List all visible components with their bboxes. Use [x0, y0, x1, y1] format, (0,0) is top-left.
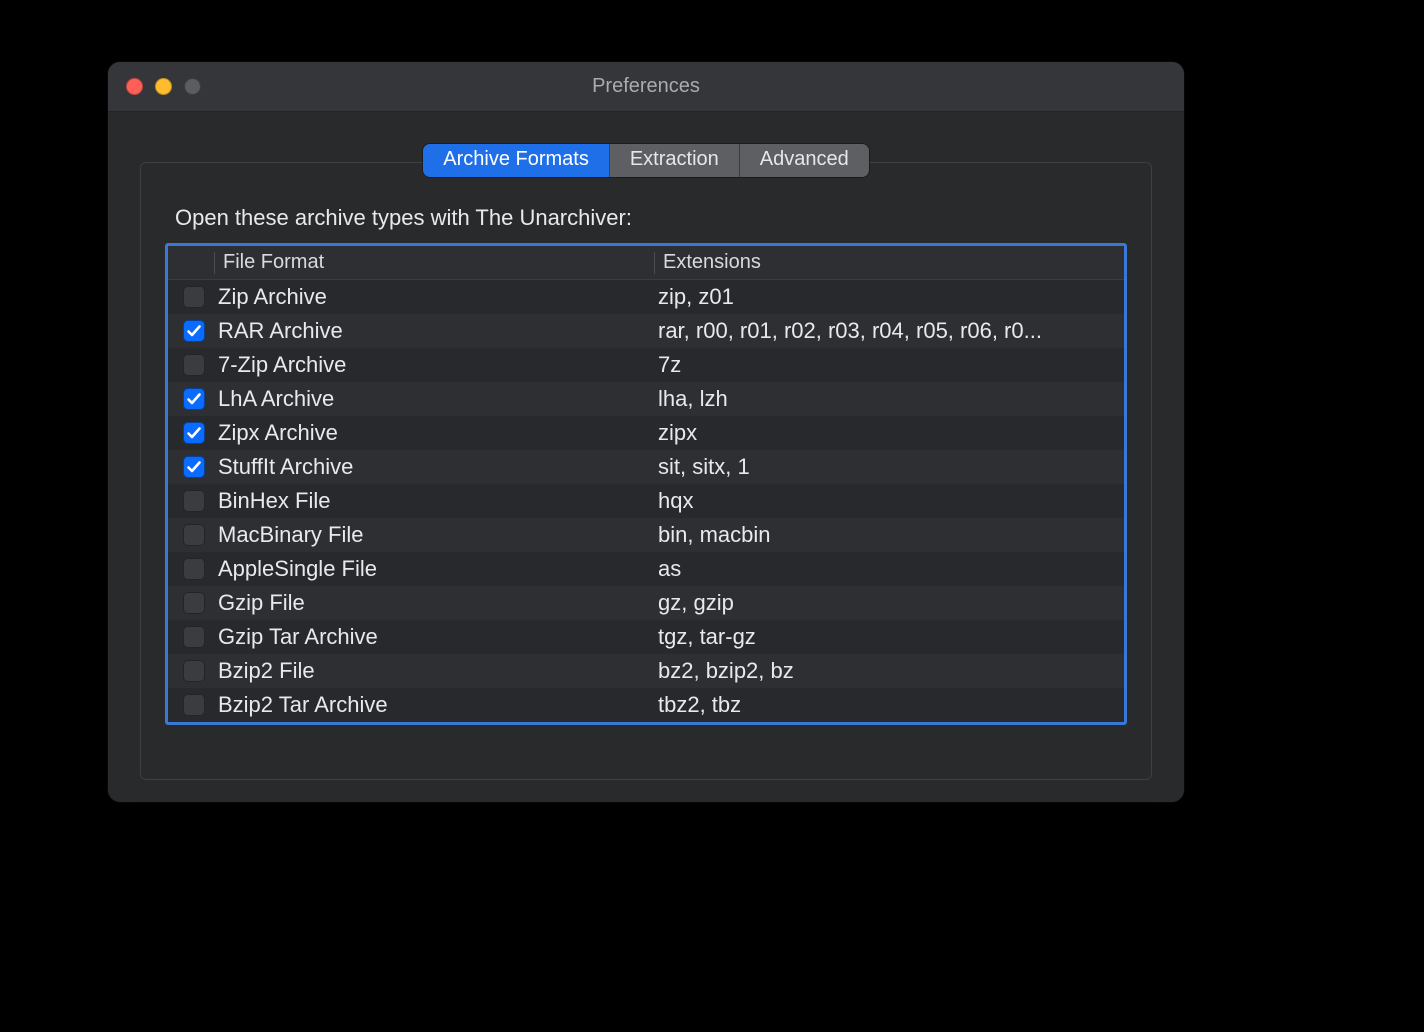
row-checkbox[interactable] — [183, 456, 205, 478]
row-checkbox-cell — [174, 694, 214, 716]
tab-extraction[interactable]: Extraction — [610, 144, 740, 177]
table-row[interactable]: AppleSingle Fileas — [168, 552, 1124, 586]
row-extensions: rar, r00, r01, r02, r03, r04, r05, r06, … — [654, 318, 1124, 344]
row-format: Zipx Archive — [214, 420, 654, 446]
row-extensions: tgz, tar-gz — [654, 624, 1124, 650]
row-format: 7-Zip Archive — [214, 352, 654, 378]
row-extensions: 7z — [654, 352, 1124, 378]
row-format: Gzip File — [214, 590, 654, 616]
row-checkbox-cell — [174, 490, 214, 512]
row-checkbox[interactable] — [183, 388, 205, 410]
tab-archive-formats[interactable]: Archive Formats — [423, 144, 610, 177]
row-extensions: zip, z01 — [654, 284, 1124, 310]
table-row[interactable]: Zipx Archivezipx — [168, 416, 1124, 450]
row-format: Bzip2 File — [214, 658, 654, 684]
table-row[interactable]: LhA Archivelha, lzh — [168, 382, 1124, 416]
row-checkbox-cell — [174, 626, 214, 648]
tab-bar: Archive FormatsExtractionAdvanced — [108, 112, 1184, 177]
row-checkbox-cell — [174, 524, 214, 546]
table-row[interactable]: Gzip Tar Archivetgz, tar-gz — [168, 620, 1124, 654]
table-header: File Format Extensions — [168, 246, 1124, 280]
table-row[interactable]: RAR Archiverar, r00, r01, r02, r03, r04,… — [168, 314, 1124, 348]
row-checkbox[interactable] — [183, 320, 205, 342]
row-checkbox[interactable] — [183, 354, 205, 376]
row-format: RAR Archive — [214, 318, 654, 344]
titlebar: Preferences — [108, 62, 1184, 112]
formats-table[interactable]: File Format Extensions Zip Archivezip, z… — [165, 243, 1127, 725]
window-title: Preferences — [108, 75, 1184, 98]
row-checkbox-cell — [174, 660, 214, 682]
row-extensions: tbz2, tbz — [654, 692, 1124, 718]
row-checkbox[interactable] — [183, 558, 205, 580]
row-checkbox[interactable] — [183, 694, 205, 716]
row-format: BinHex File — [214, 488, 654, 514]
row-checkbox[interactable] — [183, 592, 205, 614]
table-body: Zip Archivezip, z01RAR Archiverar, r00, … — [168, 280, 1124, 722]
row-format: Zip Archive — [214, 284, 654, 310]
row-checkbox-cell — [174, 354, 214, 376]
row-extensions: as — [654, 556, 1124, 582]
table-row[interactable]: BinHex Filehqx — [168, 484, 1124, 518]
row-format: StuffIt Archive — [214, 454, 654, 480]
row-checkbox-cell — [174, 558, 214, 580]
row-checkbox-cell — [174, 592, 214, 614]
row-format: MacBinary File — [214, 522, 654, 548]
row-format: Gzip Tar Archive — [214, 624, 654, 650]
row-checkbox[interactable] — [183, 422, 205, 444]
minimize-button[interactable] — [155, 78, 172, 95]
row-checkbox-cell — [174, 320, 214, 342]
row-checkbox-cell — [174, 422, 214, 444]
row-extensions: lha, lzh — [654, 386, 1124, 412]
table-row[interactable]: Gzip Filegz, gzip — [168, 586, 1124, 620]
table-row[interactable]: Zip Archivezip, z01 — [168, 280, 1124, 314]
group-label: Open these archive types with The Unarch… — [175, 205, 1119, 231]
column-extensions[interactable]: Extensions — [654, 252, 1124, 274]
row-extensions: bz2, bzip2, bz — [654, 658, 1124, 684]
row-extensions: zipx — [654, 420, 1124, 446]
row-format: Bzip2 Tar Archive — [214, 692, 654, 718]
column-file-format[interactable]: File Format — [214, 252, 654, 274]
row-checkbox[interactable] — [183, 524, 205, 546]
row-format: LhA Archive — [214, 386, 654, 412]
row-checkbox-cell — [174, 456, 214, 478]
row-checkbox[interactable] — [183, 286, 205, 308]
table-row[interactable]: Bzip2 Filebz2, bzip2, bz — [168, 654, 1124, 688]
row-extensions: gz, gzip — [654, 590, 1124, 616]
window-controls — [126, 78, 201, 95]
zoom-button[interactable] — [184, 78, 201, 95]
tab-advanced[interactable]: Advanced — [740, 144, 869, 177]
row-checkbox[interactable] — [183, 626, 205, 648]
table-row[interactable]: 7-Zip Archive7z — [168, 348, 1124, 382]
close-button[interactable] — [126, 78, 143, 95]
row-extensions: bin, macbin — [654, 522, 1124, 548]
table-row[interactable]: StuffIt Archivesit, sitx, 1 — [168, 450, 1124, 484]
row-checkbox-cell — [174, 286, 214, 308]
row-extensions: hqx — [654, 488, 1124, 514]
row-checkbox-cell — [174, 388, 214, 410]
row-extensions: sit, sitx, 1 — [654, 454, 1124, 480]
row-checkbox[interactable] — [183, 660, 205, 682]
archive-formats-group: Open these archive types with The Unarch… — [140, 162, 1152, 780]
table-row[interactable]: Bzip2 Tar Archivetbz2, tbz — [168, 688, 1124, 722]
preferences-window: Preferences Archive FormatsExtractionAdv… — [108, 62, 1184, 802]
row-checkbox[interactable] — [183, 490, 205, 512]
row-format: AppleSingle File — [214, 556, 654, 582]
table-row[interactable]: MacBinary Filebin, macbin — [168, 518, 1124, 552]
